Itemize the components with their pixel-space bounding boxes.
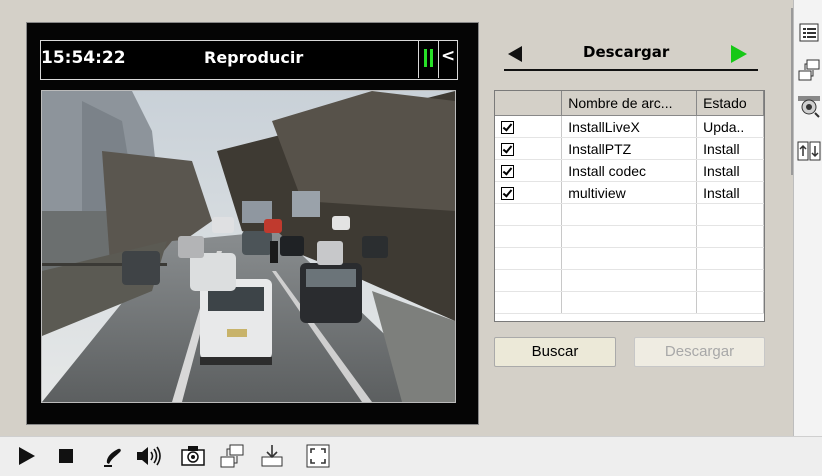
table-row[interactable]: InstallLiveX Upda.. (495, 115, 764, 138)
camera-icon[interactable] (180, 443, 206, 469)
empty-row (495, 203, 764, 226)
download-icon[interactable] (259, 443, 285, 469)
pause-button[interactable] (423, 47, 435, 70)
checkbox[interactable] (501, 164, 514, 178)
file-status: Upda.. (696, 115, 764, 138)
file-status: Install (696, 159, 764, 182)
checkbox[interactable] (501, 186, 514, 200)
search-button[interactable]: Buscar (494, 337, 616, 367)
row-checkbox-cell (495, 159, 563, 182)
transfer-icon[interactable] (797, 140, 821, 162)
empty-row (495, 291, 764, 314)
volume-icon[interactable] (134, 443, 161, 469)
column-header-check[interactable] (495, 91, 563, 116)
file-name: multiview (561, 181, 698, 204)
side-panel-border (793, 0, 794, 436)
header-divider (418, 40, 419, 78)
scrollbar[interactable] (791, 8, 793, 175)
row-checkbox-cell (495, 137, 563, 160)
time-display: 15:54:22 (41, 48, 126, 68)
fullscreen-icon[interactable] (305, 443, 331, 469)
table-row[interactable]: Install codec Install (495, 159, 764, 182)
file-table-container[interactable]: Nombre de arc... Estado InstallLiveX Upd… (494, 90, 765, 322)
empty-row (495, 225, 764, 248)
file-table: Nombre de arc... Estado InstallLiveX Upd… (495, 91, 764, 314)
ptz-camera-icon[interactable] (797, 95, 821, 118)
player-title: Reproducir (204, 48, 304, 67)
row-checkbox-cell (495, 115, 563, 138)
file-status: Install (696, 137, 764, 160)
traffic-camera-image (42, 91, 455, 402)
file-name: InstallPTZ (561, 137, 698, 160)
video-view[interactable] (41, 90, 456, 403)
header-underline (504, 69, 758, 71)
download-title: Descargar (583, 43, 670, 61)
column-header-status[interactable]: Estado (696, 91, 764, 116)
file-name: InstallLiveX (561, 115, 698, 138)
column-header-filename[interactable]: Nombre de arc... (561, 91, 698, 116)
table-row[interactable]: InstallPTZ Install (495, 137, 764, 160)
empty-row (495, 247, 764, 270)
checkbox[interactable] (501, 120, 514, 134)
play-icon[interactable] (14, 443, 40, 469)
header-divider (438, 40, 439, 78)
download-button[interactable]: Descargar (634, 337, 765, 367)
network-icon[interactable] (797, 58, 821, 81)
pen-icon[interactable] (100, 443, 126, 469)
empty-row (495, 269, 764, 292)
next-arrow-icon[interactable] (731, 45, 747, 63)
network-icon[interactable] (219, 443, 245, 469)
collapse-button[interactable]: < (441, 46, 455, 66)
previous-arrow-icon[interactable] (508, 46, 522, 62)
file-name: Install codec (561, 159, 698, 182)
list-icon[interactable] (797, 22, 821, 44)
file-status: Install (696, 181, 764, 204)
pause-icon (424, 49, 427, 67)
checkbox[interactable] (501, 142, 514, 156)
pause-icon (430, 49, 433, 67)
row-checkbox-cell (495, 181, 563, 204)
table-header-row: Nombre de arc... Estado (495, 91, 764, 116)
table-row[interactable]: multiview Install (495, 181, 764, 204)
stop-icon[interactable] (53, 443, 79, 469)
